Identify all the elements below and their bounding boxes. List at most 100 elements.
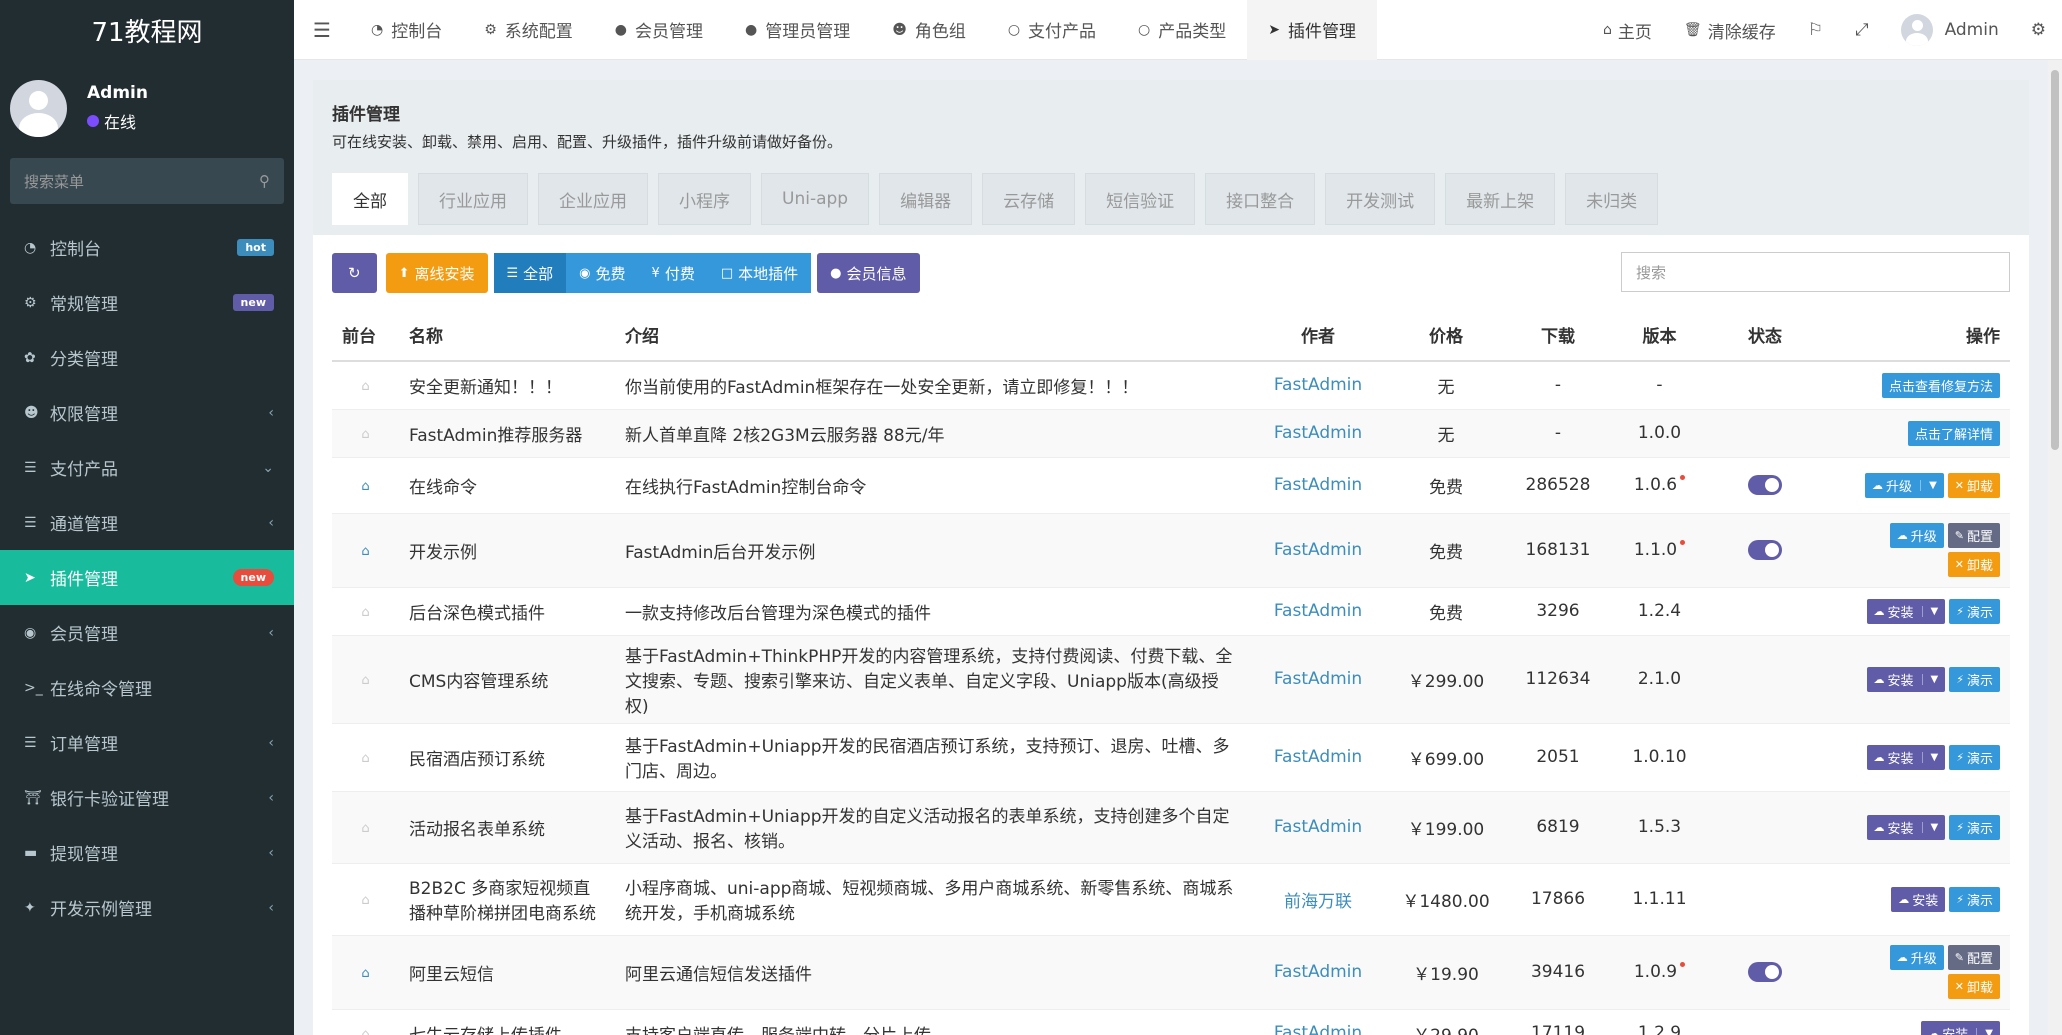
plugin-name[interactable]: 开发示例 [399, 512, 615, 587]
status-toggle[interactable] [1748, 475, 1782, 495]
refresh-button[interactable]: ↻ [332, 253, 377, 293]
plugin-author-link[interactable]: FastAdmin [1252, 934, 1384, 1009]
category-tab[interactable]: 开发测试 [1325, 173, 1436, 225]
plugin-search-input[interactable]: 搜索 [1621, 252, 2010, 292]
plugin-author-link[interactable]: FastAdmin [1252, 360, 1384, 409]
plugin-version[interactable]: 1.5.3 [1608, 790, 1711, 863]
plugin-name[interactable]: 阿里云短信 [399, 934, 615, 1009]
caret-down-icon[interactable]: ▼ [1921, 605, 1938, 617]
column-header[interactable]: 价格 [1384, 308, 1508, 362]
plugin-author-link[interactable]: FastAdmin [1252, 586, 1384, 635]
demo-button[interactable]: ⚡ 演示 [1949, 814, 2000, 840]
plugin-version[interactable]: 2.1.0 [1608, 634, 1711, 723]
sidebar-toggle-icon[interactable]: ☰ [294, 18, 350, 42]
sidebar-search-input[interactable]: 搜索菜单 ⚲ [10, 158, 284, 204]
sidebar-item[interactable]: ✦ 开发示例管理 ‹ [0, 880, 294, 935]
demo-button[interactable]: ⚡ 演示 [1949, 666, 2000, 692]
install-button[interactable]: ☁安装▼ [1866, 814, 1946, 840]
top-tab[interactable]: ● 管理员管理 [724, 0, 871, 60]
plugin-name[interactable]: 七牛云存储上传插件 [399, 1008, 615, 1035]
sidebar-item[interactable]: ☻ 权限管理 ‹ [0, 385, 294, 440]
home-link[interactable]: ⌂ 主页 [1587, 18, 1668, 43]
sidebar-item[interactable]: ◔ 控制台 hot [0, 220, 294, 275]
category-tab[interactable]: 行业应用 [418, 173, 528, 225]
category-tab[interactable]: 云存储 [982, 173, 1076, 225]
plugin-version[interactable]: 1.0.9 [1608, 934, 1711, 1009]
demo-button[interactable]: ⚡ 演示 [1949, 598, 2000, 624]
plugin-name[interactable]: 安全更新通知！！！ [399, 360, 615, 409]
sidebar-item[interactable]: >_ 在线命令管理 [0, 660, 294, 715]
category-tab[interactable]: 最新上架 [1445, 173, 1556, 225]
caret-down-icon[interactable]: ▼ [1921, 751, 1938, 763]
demo-button[interactable]: ⚡ 演示 [1949, 744, 2000, 770]
plugin-author-link[interactable]: FastAdmin [1252, 456, 1384, 513]
uninstall-button[interactable]: ✕ 卸载 [1947, 974, 2000, 999]
plugin-version[interactable]: - [1608, 360, 1711, 409]
column-header[interactable]: 状态 [1711, 308, 1819, 362]
offline-install-button[interactable]: ⬆ 离线安装 [385, 253, 488, 293]
home-icon[interactable]: ⌂ [361, 751, 369, 766]
demo-button[interactable]: ⚡ 演示 [1949, 886, 2000, 912]
category-tab[interactable]: 未归类 [1565, 173, 1659, 225]
filter-free-button[interactable]: ◉ 免费 [566, 253, 639, 293]
home-icon[interactable]: ⌂ [361, 544, 369, 559]
top-tab[interactable]: ◔ 控制台 [350, 0, 463, 60]
column-header[interactable]: 版本 [1608, 308, 1711, 362]
status-toggle[interactable] [1748, 962, 1782, 982]
config-button[interactable]: ✎ 配置 [1947, 945, 2000, 970]
plugin-name[interactable]: B2B2C 多商家短视频直播种草阶梯拼团电商系统 [399, 862, 615, 935]
home-icon[interactable]: ⌂ [361, 605, 369, 620]
category-tab[interactable]: 接口整合 [1205, 173, 1316, 225]
info-link-button[interactable]: 点击查看修复方法 [1881, 372, 2000, 398]
plugin-name[interactable]: CMS内容管理系统 [399, 634, 615, 723]
plugin-version[interactable]: 1.2.9 [1608, 1008, 1711, 1035]
plugin-name[interactable]: 民宿酒店预订系统 [399, 722, 615, 791]
sidebar-item[interactable]: ☰ 订单管理 ‹ [0, 715, 294, 770]
filter-local-button[interactable]: □ 本地插件 [707, 253, 812, 293]
config-button[interactable]: ✎ 配置 [1947, 523, 2000, 548]
plugin-version[interactable]: 1.0.0 [1608, 408, 1711, 457]
home-icon[interactable]: ⌂ [361, 1027, 369, 1035]
sidebar-item[interactable]: ⚙ 常规管理 new [0, 275, 294, 330]
plugin-author-link[interactable]: FastAdmin [1252, 634, 1384, 723]
top-tab[interactable]: ➤ 插件管理 [1247, 0, 1377, 60]
top-tab[interactable]: ☻ 角色组 [871, 0, 987, 60]
plugin-author-link[interactable]: FastAdmin [1252, 1008, 1384, 1035]
plugin-name[interactable]: 后台深色模式插件 [399, 586, 615, 635]
search-icon[interactable]: ⚲ [259, 172, 270, 190]
clear-cache-button[interactable]: 🗑 清除缓存 [1668, 18, 1792, 43]
install-button[interactable]: ☁安装▼ [1921, 1020, 2000, 1035]
home-icon[interactable]: ⌂ [361, 893, 369, 908]
uninstall-button[interactable]: ✕ 卸载 [1947, 472, 2000, 498]
upgrade-button[interactable]: ☁ 升级 [1889, 523, 1944, 548]
uninstall-button[interactable]: ✕ 卸载 [1947, 552, 2000, 577]
home-icon[interactable]: ⌂ [361, 427, 369, 442]
sidebar-item[interactable]: ◉ 会员管理 ‹ [0, 605, 294, 660]
plugin-name[interactable]: FastAdmin推荐服务器 [399, 408, 615, 457]
filter-paid-button[interactable]: ¥ 付费 [638, 253, 708, 293]
plugin-name[interactable]: 在线命令 [399, 456, 615, 513]
home-icon[interactable]: ⌂ [361, 821, 369, 836]
upgrade-button[interactable]: ☁ 升级 [1889, 945, 1944, 970]
status-toggle[interactable] [1748, 540, 1782, 560]
plugin-author-link[interactable]: FastAdmin [1252, 408, 1384, 457]
sidebar-item[interactable]: ✿ 分类管理 [0, 330, 294, 385]
plugin-author-link[interactable]: 前海万联 [1252, 862, 1384, 935]
member-info-button[interactable]: ● 会员信息 [817, 253, 920, 293]
plugin-version[interactable]: 1.1.11 [1608, 862, 1711, 935]
fullscreen-icon[interactable]: ⤢ [1839, 20, 1885, 40]
column-header[interactable]: 操作 [1819, 308, 2010, 362]
category-tab[interactable]: 小程序 [658, 173, 751, 225]
sidebar-item[interactable]: ➤ 插件管理 new [0, 550, 294, 605]
column-header[interactable]: 介绍 [615, 308, 1252, 362]
plugin-name[interactable]: 活动报名表单系统 [399, 790, 615, 863]
info-link-button[interactable]: 点击了解详情 [1907, 420, 2000, 446]
scrollbar-thumb[interactable] [2051, 70, 2059, 450]
install-button[interactable]: ☁安装▼ [1866, 666, 1946, 692]
plugin-author-link[interactable]: FastAdmin [1252, 722, 1384, 791]
language-icon[interactable]: ⚐ [1792, 20, 1839, 40]
top-tab[interactable]: ○ 产品类型 [1117, 0, 1247, 60]
category-tab[interactable]: 编辑器 [879, 173, 973, 225]
install-button[interactable]: ☁安装▼ [1866, 598, 1946, 624]
upgrade-button[interactable]: ☁ 升级 ▼ [1865, 472, 1944, 498]
